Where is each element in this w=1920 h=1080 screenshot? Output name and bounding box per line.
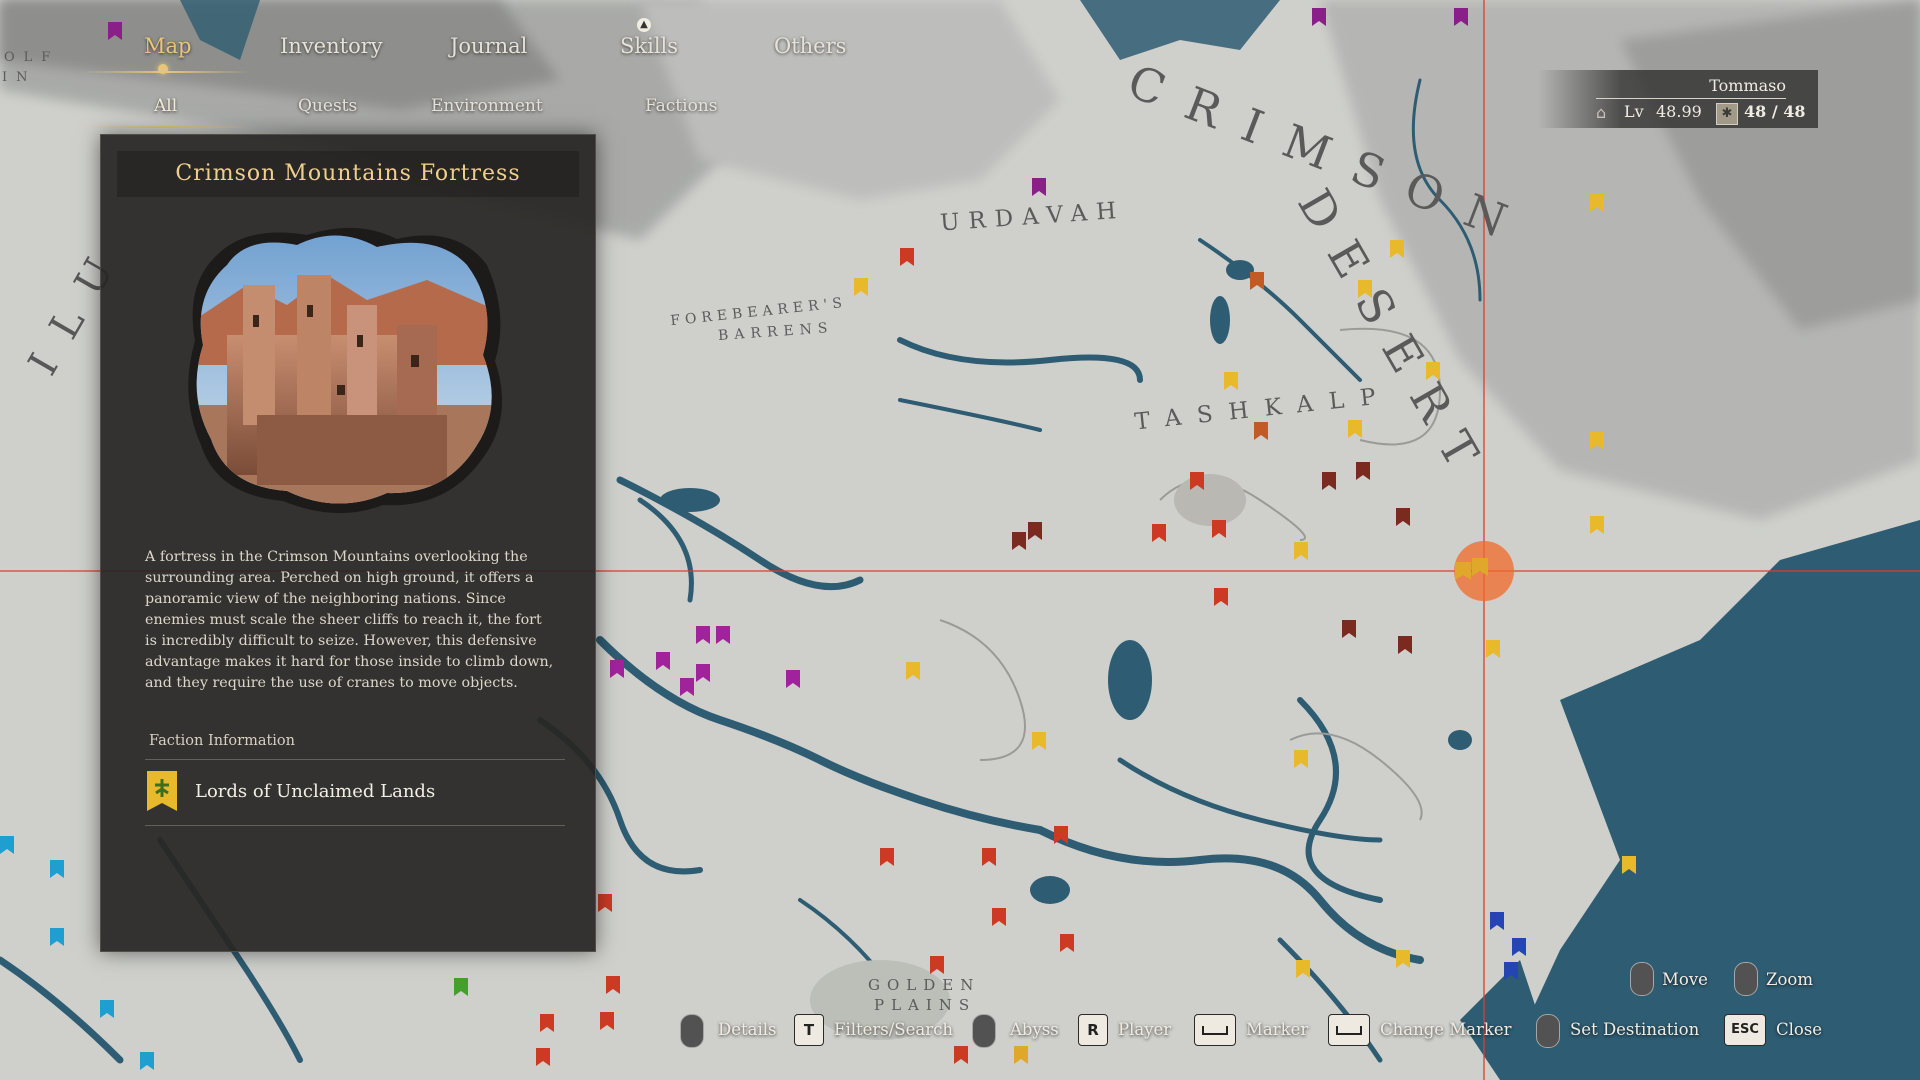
hint-change-marker[interactable]: Change Marker bbox=[1380, 1020, 1512, 1039]
player-status: Tommaso ⌂ Lv 48.99 ✱ 48 / 48 bbox=[1538, 70, 1818, 128]
hint-filters-search[interactable]: Filters/Search bbox=[834, 1020, 953, 1039]
mouse-details-icon bbox=[680, 1014, 704, 1048]
mouse-move-icon bbox=[1630, 962, 1654, 996]
tab-skills[interactable]: Skills bbox=[620, 34, 678, 58]
faction-banner-icon bbox=[147, 771, 177, 811]
subtab-environment[interactable]: Environment bbox=[431, 96, 543, 116]
region-label-left-3: IN bbox=[2, 70, 37, 85]
spacebar-icon-2 bbox=[1336, 1026, 1362, 1035]
level-value: 48.99 bbox=[1656, 102, 1702, 121]
key-space-marker bbox=[1194, 1014, 1236, 1046]
subtab-factions[interactable]: Factions bbox=[645, 96, 717, 116]
hint-marker[interactable]: Marker bbox=[1246, 1020, 1308, 1039]
tab-inventory[interactable]: Inventory bbox=[280, 34, 383, 58]
key-t: T bbox=[794, 1014, 824, 1046]
location-info-panel: Crimson Mountains Fortress A fortress in… bbox=[100, 134, 596, 952]
hint-close[interactable]: Close bbox=[1776, 1020, 1822, 1039]
location-image bbox=[188, 227, 503, 514]
hint-details[interactable]: Details bbox=[718, 1020, 776, 1039]
level-label: Lv bbox=[1624, 102, 1644, 121]
region-label-plains: PLAINS bbox=[874, 996, 977, 1014]
hint-move: Move bbox=[1662, 970, 1708, 989]
subtab-all[interactable]: All bbox=[154, 96, 177, 116]
tab-map[interactable]: Map bbox=[144, 34, 191, 58]
tab-map-underline bbox=[80, 71, 250, 73]
mouse-destination-icon bbox=[1536, 1014, 1560, 1048]
faction-divider-bottom bbox=[145, 825, 565, 826]
region-label-left-2: OLF bbox=[4, 50, 60, 65]
faction-info-header: Faction Information bbox=[149, 733, 296, 749]
faction-divider-top bbox=[145, 759, 565, 760]
hint-set-destination[interactable]: Set Destination bbox=[1570, 1020, 1699, 1039]
faction-name[interactable]: Lords of Unclaimed Lands bbox=[195, 781, 435, 802]
subtab-all-underline bbox=[80, 126, 250, 128]
hint-player[interactable]: Player bbox=[1118, 1020, 1171, 1039]
region-label-golden: GOLDEN bbox=[868, 976, 981, 994]
key-space-change-marker bbox=[1328, 1014, 1370, 1046]
panel-title: Crimson Mountains Fortress bbox=[175, 161, 521, 186]
location-description: A fortress in the Crimson Mountains over… bbox=[145, 549, 554, 691]
key-esc: ESC bbox=[1724, 1014, 1766, 1046]
mouse-zoom-icon bbox=[1734, 962, 1758, 996]
level-icon: ⌂ bbox=[1596, 103, 1607, 122]
nav-up-icon: ▲ bbox=[637, 18, 651, 32]
subtab-quests[interactable]: Quests bbox=[298, 96, 357, 116]
soul-count: 48 / 48 bbox=[1744, 102, 1806, 121]
soul-icon: ✱ bbox=[1716, 103, 1738, 125]
tab-others[interactable]: Others bbox=[774, 34, 846, 58]
hint-abyss[interactable]: Abyss bbox=[1010, 1020, 1059, 1039]
key-r: R bbox=[1078, 1014, 1108, 1046]
player-divider bbox=[1596, 98, 1786, 99]
tab-journal[interactable]: Journal bbox=[450, 34, 527, 58]
mouse-abyss-icon bbox=[972, 1014, 996, 1048]
player-name: Tommaso bbox=[1709, 76, 1786, 95]
hint-zoom: Zoom bbox=[1766, 970, 1813, 989]
spacebar-icon bbox=[1202, 1026, 1228, 1035]
